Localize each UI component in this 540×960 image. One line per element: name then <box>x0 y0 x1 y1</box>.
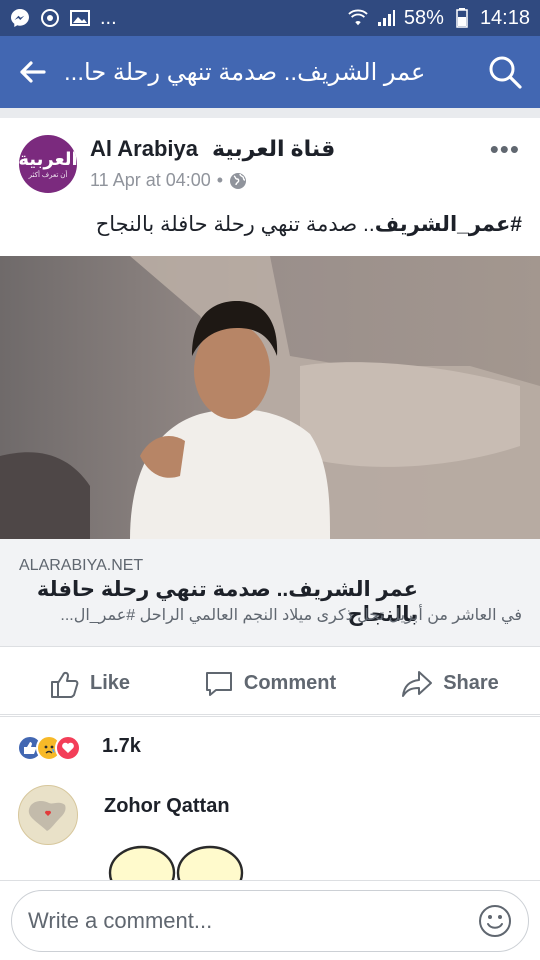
status-bar: ... 58% 14:18 <box>0 0 540 36</box>
battery-icon <box>452 8 472 28</box>
page-name[interactable]: Al Arabiya قناة العربية <box>90 136 335 162</box>
post-meta: 11 Apr at 04:00 • <box>90 170 247 191</box>
search-button[interactable] <box>470 36 540 108</box>
image-icon <box>70 8 90 28</box>
post-timestamp[interactable]: 11 Apr at 04:00 <box>90 170 211 191</box>
comment-button[interactable]: Comment <box>180 653 360 714</box>
post-actions: Like Comment Share <box>0 653 540 715</box>
share-label: Share <box>443 672 499 694</box>
post-text-body: .. صدمة تنهي رحلة حافلة بالنجاح <box>95 213 375 236</box>
back-button[interactable] <box>0 36 64 108</box>
share-button[interactable]: Share <box>360 653 540 714</box>
globe-icon <box>230 172 247 189</box>
post-hashtag[interactable]: #عمر_الشريف <box>375 213 522 236</box>
like-button[interactable]: Like <box>0 653 180 714</box>
reaction-count[interactable]: 1.7k <box>102 735 141 758</box>
post-text: #عمر_الشريف.. صدمة تنهي رحلة حافلة بالنج… <box>96 212 522 237</box>
sticker-image <box>108 845 244 881</box>
post-card: العربية أن تعرف أكثر Al Arabiya قناة الع… <box>0 118 540 716</box>
status-more: ... <box>100 6 117 29</box>
search-icon <box>489 56 522 89</box>
sync-icon <box>40 8 60 28</box>
wifi-icon <box>348 8 368 28</box>
commenter-avatar[interactable] <box>18 785 78 845</box>
link-domain: ALARABIYA.NET <box>19 557 144 574</box>
post-header: العربية أن تعرف أكثر Al Arabiya قناة الع… <box>0 118 540 208</box>
page-name-en[interactable]: Al Arabiya <box>90 136 198 162</box>
meta-separator: • <box>216 170 224 190</box>
comment-label: Comment <box>243 672 337 694</box>
battery-percent: 58% <box>403 6 444 29</box>
reaction-icons[interactable] <box>17 735 81 761</box>
clock: 14:18 <box>479 6 530 29</box>
share-icon <box>402 670 433 697</box>
post-photo[interactable] <box>0 256 540 539</box>
comment-placeholder: Write a comment... <box>28 908 213 933</box>
app-bar: عمر الشريف.. صدمة تنهي رحلة حا... <box>0 36 540 108</box>
comment-icon <box>205 671 232 696</box>
smiley-icon[interactable] <box>478 904 512 938</box>
avatar-logo-text: العربية <box>19 148 77 169</box>
reactions-section: 1.7k Zohor Qattan <box>0 716 540 881</box>
page-title: عمر الشريف.. صدمة تنهي رحلة حا... <box>64 58 426 86</box>
avatar-logo-subtext: أن تعرف أكثر <box>28 171 68 179</box>
commenter-name[interactable]: Zohor Qattan <box>104 795 230 818</box>
comment-input[interactable]: Write a comment... <box>11 890 529 952</box>
love-reaction-icon <box>55 735 81 761</box>
page-avatar[interactable]: العربية أن تعرف أكثر <box>19 135 77 193</box>
link-preview[interactable]: ALARABIYA.NET عمر الشريف.. صدمة تنهي رحل… <box>0 539 540 647</box>
thumbs-up-icon <box>50 671 79 698</box>
comment-composer: Write a comment... <box>0 880 540 960</box>
signal-icon <box>376 8 396 28</box>
like-label: Like <box>89 672 131 694</box>
link-description: في العاشر من أبريل تحل ذكرى ميلاد النجم … <box>60 607 522 624</box>
arrow-left-icon <box>20 61 46 83</box>
messenger-icon <box>10 8 30 28</box>
more-options-button[interactable]: ••• <box>490 134 520 165</box>
page-name-ar[interactable]: قناة العربية <box>212 136 335 162</box>
